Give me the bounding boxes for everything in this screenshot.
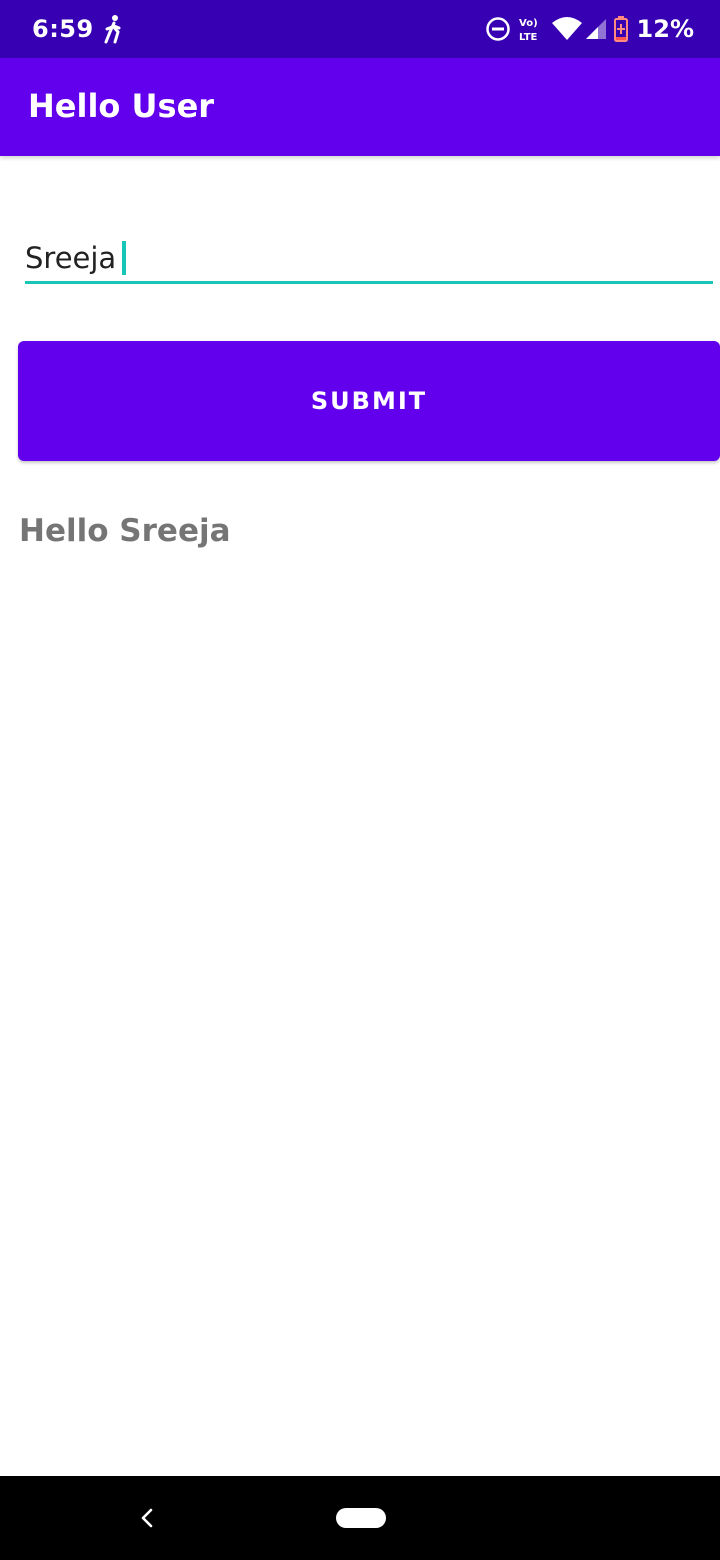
navigation-bar (0, 1476, 720, 1560)
input-underline (25, 281, 713, 284)
text-cursor (122, 241, 127, 275)
submit-button-label: SUBMIT (310, 387, 428, 415)
battery-percent: 12% (636, 15, 694, 43)
app-title: Hello User (28, 87, 215, 125)
wifi-icon (551, 17, 582, 40)
name-input-value[interactable]: Sreeja (25, 238, 116, 278)
battery-low-icon (613, 16, 628, 42)
name-input[interactable]: Sreeja (25, 236, 713, 284)
status-bar: 6:59 Vo) LTE 12% (0, 0, 720, 58)
greeting-text: Hello Sreeja (19, 513, 231, 549)
status-time: 6:59 (32, 15, 94, 43)
back-icon[interactable] (136, 1506, 158, 1530)
signal-icon (585, 19, 606, 39)
volte-icon: Vo) LTE (519, 18, 538, 43)
svg-text:Vo): Vo) (519, 18, 538, 29)
svg-text:LTE: LTE (519, 32, 538, 43)
submit-button[interactable]: SUBMIT (18, 341, 720, 461)
do-not-disturb-icon (485, 17, 510, 41)
home-pill-icon[interactable] (336, 1508, 386, 1528)
app-bar: Hello User (0, 58, 720, 156)
walking-icon (104, 15, 121, 44)
status-icons: Vo) LTE 12% (485, 13, 694, 45)
